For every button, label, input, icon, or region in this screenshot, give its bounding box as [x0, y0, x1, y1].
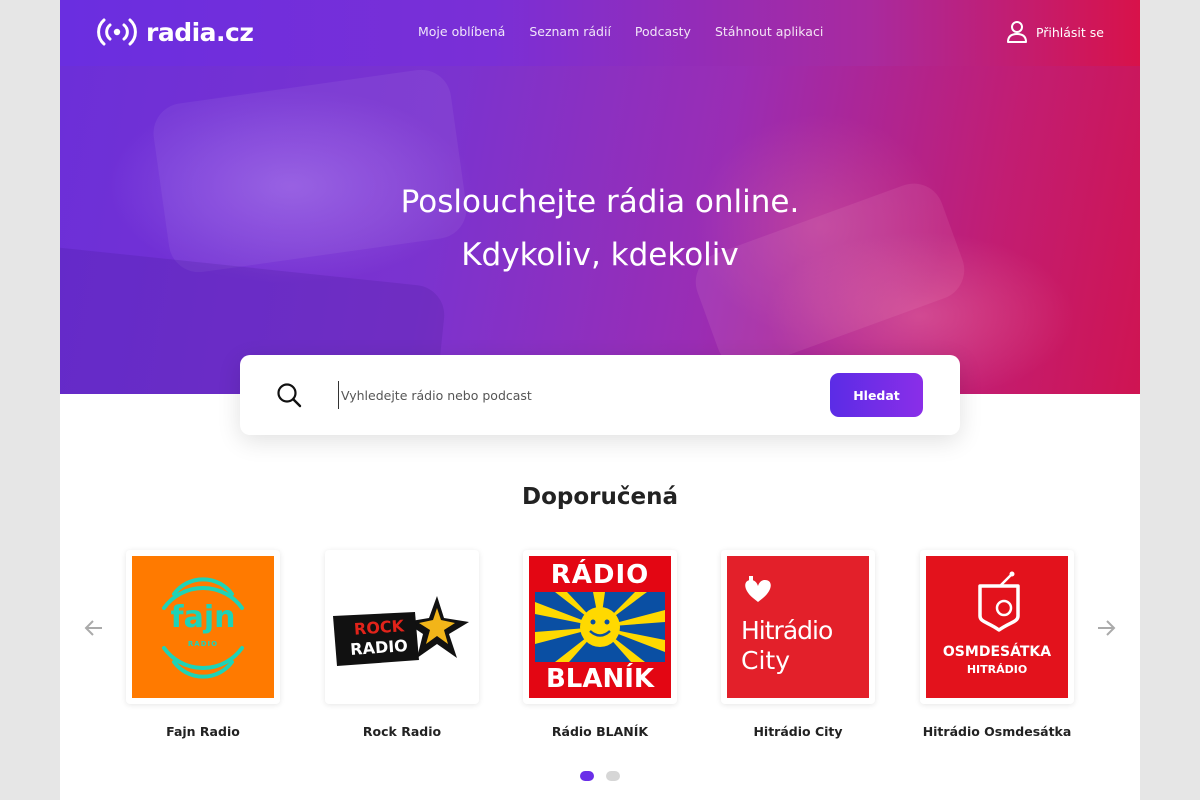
fajn-logo-text: fajn: [170, 600, 236, 635]
station-logo-frame: Hitrádio City: [721, 550, 875, 704]
station-logo-frame: fajn RADIO: [126, 550, 280, 704]
station-logo-frame: RÁDIO BLANÍK: [523, 550, 677, 704]
site-logo[interactable]: radia.cz: [96, 16, 254, 48]
station-card[interactable]: fajn RADIO Fajn Radio: [126, 550, 280, 739]
blanik-logo-subtext: BLANÍK: [545, 664, 655, 694]
nav-podcasts[interactable]: Podcasty: [635, 24, 691, 39]
station-logo-rock: ROCK RADIO: [331, 556, 473, 698]
blanik-logo-text: RÁDIO: [550, 560, 650, 590]
login-label: Přihlásit se: [1035, 24, 1104, 40]
city-logo-text: Hitrádio: [741, 616, 833, 645]
sun-icon: [535, 592, 665, 662]
hero-banner: Poslouchejte rádia online. Kdykoliv, kde…: [60, 66, 1140, 394]
fajn-logo-subtext: RADIO: [187, 640, 219, 648]
station-name: Rádio BLANÍK: [551, 724, 649, 739]
city-logo-subtext: City: [741, 646, 790, 675]
main-nav: Moje oblíbená Seznam rádií Podcasty Stáh…: [418, 24, 823, 39]
carousel-dot-2[interactable]: [606, 771, 620, 781]
station-logo-fajn: fajn RADIO: [132, 556, 274, 698]
page: radia.cz Moje oblíbená Seznam rádií Podc…: [60, 0, 1140, 800]
station-logo-frame: ROCK RADIO: [325, 550, 479, 704]
arrow-right-icon[interactable]: [1094, 616, 1118, 640]
top-header: radia.cz Moje oblíbená Seznam rádií Podc…: [60, 0, 1140, 66]
section-title-recommended: Doporučená: [521, 484, 678, 510]
logo-text: radia.cz: [146, 17, 254, 47]
station-logo-frame: OSMDESÁTKA HITRÁDIO: [920, 550, 1074, 704]
carousel-dot-1[interactable]: [580, 771, 594, 781]
station-name: Hitrádio Osmdesátka: [922, 724, 1072, 739]
station-logo-hitradio-city: Hitrádio City: [727, 556, 869, 698]
search-box: Hledat: [240, 355, 960, 435]
arrow-left-icon[interactable]: [82, 616, 106, 640]
nav-download-app[interactable]: Stáhnout aplikaci: [715, 24, 823, 39]
search-button[interactable]: Hledat: [830, 373, 923, 417]
osmdesatka-logo-subtext: HITRÁDIO: [966, 663, 1028, 676]
blanik-blue-panel: [535, 592, 665, 662]
search-icon: [277, 383, 302, 408]
station-name: Rock Radio: [362, 724, 442, 739]
hero-title-line2: Kdykoliv, kdekoliv: [461, 237, 739, 273]
user-icon: [1006, 21, 1027, 43]
station-logo-blanik: RÁDIO BLANÍK: [529, 556, 671, 698]
station-name: Hitrádio City: [753, 724, 843, 739]
carousel-pagination: [580, 771, 620, 781]
broadcast-icon: [97, 18, 137, 46]
radio-heart-icon: [978, 571, 1020, 632]
station-card[interactable]: Hitrádio City Hitrádio City: [721, 550, 875, 739]
nav-radio-list[interactable]: Seznam rádií: [529, 24, 611, 39]
station-card[interactable]: OSMDESÁTKA HITRÁDIO Hitrádio Osmdesátka: [920, 550, 1074, 739]
search-input[interactable]: [338, 381, 808, 409]
nav-favorites[interactable]: Moje oblíbená: [418, 24, 505, 39]
station-card[interactable]: ROCK RADIO Rock Radio: [325, 550, 479, 739]
station-card[interactable]: RÁDIO BLANÍK Rádio BLANÍK: [523, 550, 677, 739]
station-logo-osmdesatka: OSMDESÁTKA HITRÁDIO: [926, 556, 1068, 698]
hero-title-line1: Poslouchejte rádia online.: [400, 184, 800, 220]
login-button[interactable]: Přihlásit se: [1006, 20, 1104, 44]
osmdesatka-logo-text: OSMDESÁTKA: [942, 644, 1052, 660]
station-name: Fajn Radio: [166, 724, 240, 739]
